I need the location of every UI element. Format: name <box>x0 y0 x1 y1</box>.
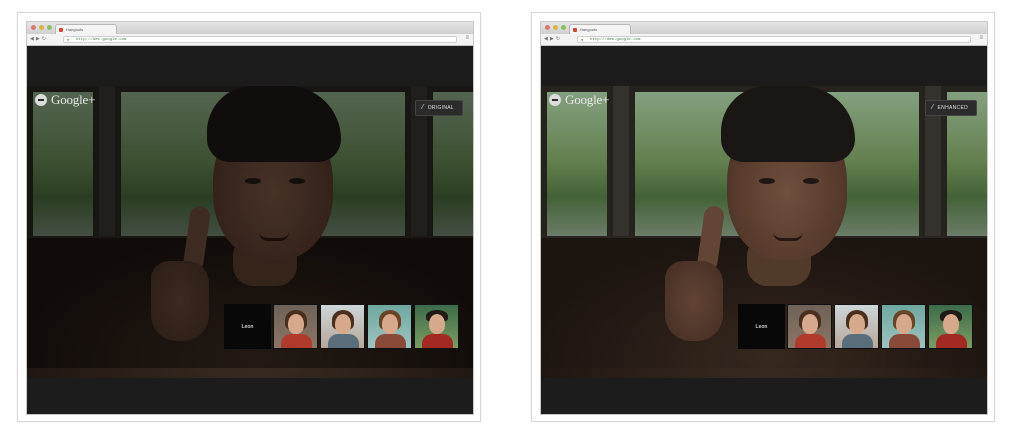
screenshot-panel-original: Hangouts ◀▶↻ ● http://dev.google.com ≡ G… <box>17 12 481 422</box>
tab-title: Hangouts <box>66 27 84 32</box>
participant-thumbnail[interactable] <box>320 304 365 349</box>
participant-thumbnail[interactable] <box>414 304 459 349</box>
window-controls[interactable] <box>31 25 52 30</box>
self-view-tile[interactable]: Leon <box>738 304 785 349</box>
maximize-window-button[interactable] <box>47 25 52 30</box>
google-plus-icon <box>549 94 561 106</box>
video-call-area: Google+ ⁄ Enhanced Leon <box>541 46 987 414</box>
reload-icon[interactable]: ↻ <box>556 36 562 42</box>
close-window-button[interactable] <box>545 25 550 30</box>
effect-toggle-button[interactable]: ⁄ Enhanced <box>925 100 977 116</box>
nav-buttons[interactable]: ◀▶↻ <box>544 37 562 42</box>
wrench-icon[interactable]: ≡ <box>979 35 983 41</box>
google-plus-logo: Google+ <box>35 92 95 108</box>
browser-tab[interactable]: Hangouts <box>569 24 631 34</box>
google-plus-logo: Google+ <box>549 92 609 108</box>
effect-label: Original <box>427 105 454 111</box>
reload-icon[interactable]: ↻ <box>42 36 48 42</box>
wrench-icon[interactable]: ≡ <box>465 35 469 41</box>
tab-title: Hangouts <box>580 27 598 32</box>
browser-window: Hangouts ◀▶↻ ● http://dev.google.com ≡ G… <box>540 21 988 415</box>
brand-name: Google+ <box>51 92 96 107</box>
participant-thumbnail[interactable] <box>834 304 879 349</box>
lock-icon: ● <box>67 39 70 43</box>
tab-favicon-icon <box>573 28 577 32</box>
browser-window: Hangouts ◀▶↻ ● http://dev.google.com ≡ G… <box>26 21 474 415</box>
self-view-tile[interactable]: Leon <box>224 304 271 349</box>
address-toolbar: ◀▶↻ ● http://dev.google.com ≡ <box>541 34 987 46</box>
brand-name: Google+ <box>565 92 610 107</box>
participant-thumbnail[interactable] <box>787 304 832 349</box>
participant-thumbnail[interactable] <box>928 304 973 349</box>
participant-thumbnail[interactable] <box>367 304 412 349</box>
minimize-window-button[interactable] <box>39 25 44 30</box>
google-plus-icon <box>35 94 47 106</box>
magic-wand-icon: ⁄ <box>422 104 424 111</box>
self-label: Leon <box>755 323 768 330</box>
tab-favicon-icon <box>59 28 63 32</box>
participant-filmstrip: Leon <box>738 304 973 349</box>
nav-buttons[interactable]: ◀▶↻ <box>30 37 48 42</box>
lock-icon: ● <box>581 39 584 43</box>
participant-filmstrip: Leon <box>224 304 459 349</box>
magic-wand-icon: ⁄ <box>932 104 934 111</box>
url-text: http://dev.google.com <box>590 38 641 42</box>
screenshot-panel-enhanced: Hangouts ◀▶↻ ● http://dev.google.com ≡ G… <box>531 12 995 422</box>
participant-thumbnail[interactable] <box>273 304 318 349</box>
window-controls[interactable] <box>545 25 566 30</box>
minimize-window-button[interactable] <box>553 25 558 30</box>
url-input[interactable]: ● http://dev.google.com <box>577 36 971 43</box>
tab-bar: Hangouts <box>27 22 473 34</box>
effect-toggle-button[interactable]: ⁄ Original <box>415 100 463 116</box>
video-call-area: Google+ ⁄ Original Leon <box>27 46 473 414</box>
close-window-button[interactable] <box>31 25 36 30</box>
self-label: Leon <box>241 323 254 330</box>
tab-bar: Hangouts <box>541 22 987 34</box>
url-input[interactable]: ● http://dev.google.com <box>63 36 457 43</box>
address-toolbar: ◀▶↻ ● http://dev.google.com ≡ <box>27 34 473 46</box>
browser-tab[interactable]: Hangouts <box>55 24 117 34</box>
participant-thumbnail[interactable] <box>881 304 926 349</box>
url-text: http://dev.google.com <box>76 38 127 42</box>
effect-label: Enhanced <box>937 105 968 111</box>
maximize-window-button[interactable] <box>561 25 566 30</box>
